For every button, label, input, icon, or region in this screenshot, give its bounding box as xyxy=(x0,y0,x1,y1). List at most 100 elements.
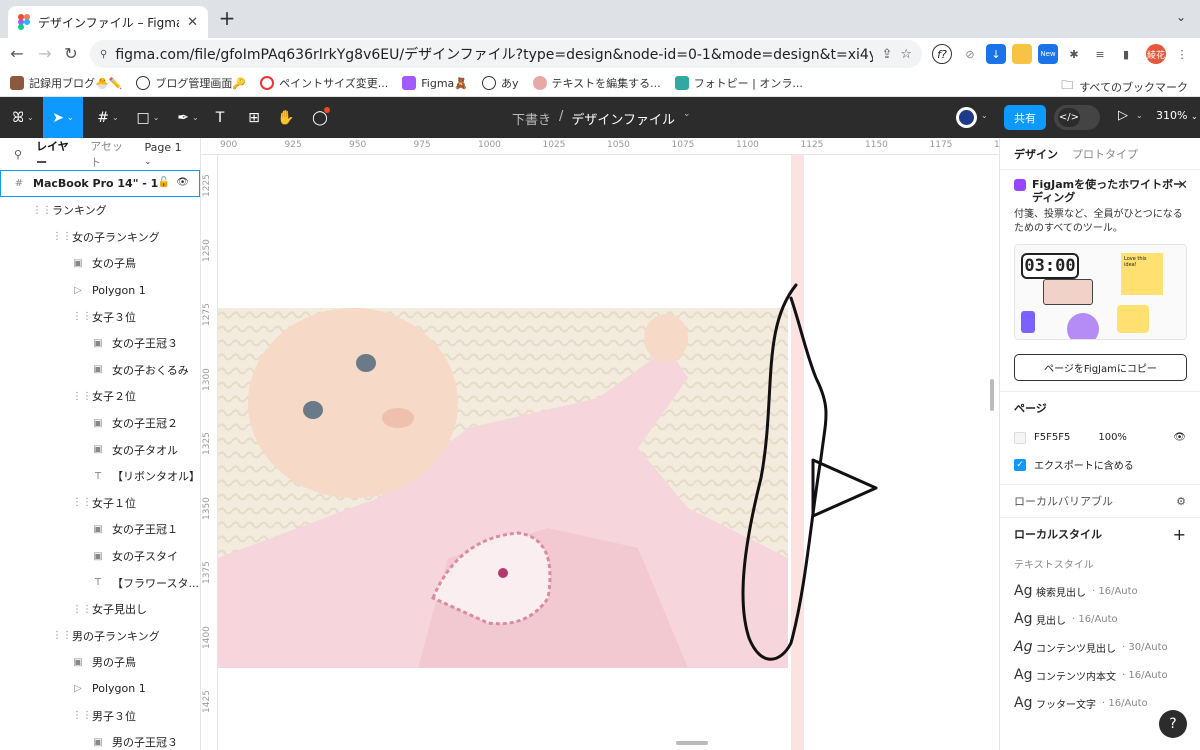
close-icon[interactable]: ✕ xyxy=(1177,178,1188,193)
layer-row[interactable]: ▣ 男の子王冠３ xyxy=(0,729,200,750)
layer-row[interactable]: ⋮⋮ 男の子ランキング xyxy=(0,623,200,650)
share-page-icon[interactable]: ⇪ xyxy=(881,47,892,62)
tab-assets[interactable]: アセット xyxy=(90,138,130,170)
reading-list-icon[interactable]: ≡ xyxy=(1090,44,1110,64)
user-avatar[interactable] xyxy=(956,107,977,128)
extension-blue-icon[interactable]: ↓ xyxy=(986,44,1006,64)
tab-layers[interactable]: レイヤー xyxy=(36,138,76,170)
page-opacity[interactable]: 100% xyxy=(1098,432,1127,443)
color-swatch[interactable] xyxy=(1014,431,1026,444)
layer-row[interactable]: ⋮⋮ 女子３位 xyxy=(0,303,200,330)
tab-prototype[interactable]: プロトタイプ xyxy=(1072,146,1138,162)
page-selector[interactable]: Page 1 ⌄ xyxy=(144,141,188,167)
local-variables-section[interactable]: ローカルバリアブル ⚙ xyxy=(1000,485,1200,518)
eye-icon[interactable]: 👁 xyxy=(1173,432,1186,443)
bookmark-item[interactable]: あy xyxy=(482,75,519,91)
extension-new-badge[interactable]: New xyxy=(1038,44,1058,64)
help-button[interactable]: ? xyxy=(1159,710,1187,738)
comment-tool-button[interactable]: ◯ xyxy=(308,97,332,138)
file-breadcrumb[interactable]: 下書き / デザインファイル ⌄ xyxy=(512,109,691,128)
shape-tool-button[interactable]: □ ⌄ xyxy=(130,97,166,138)
layer-row[interactable]: ⋮⋮ 女の子ランキング xyxy=(0,224,200,251)
export-row[interactable]: ✓ エクスポートに含める xyxy=(1014,451,1186,478)
frame-tool-button[interactable]: # ⌄ xyxy=(90,97,126,138)
add-style-plus-icon[interactable]: + xyxy=(1173,525,1186,544)
extension-formula-icon[interactable]: f? xyxy=(932,44,952,64)
vertical-scrollbar[interactable] xyxy=(990,379,994,411)
address-bar[interactable]: ⚲ figma.com/file/gfoImPAq636rIrkYg8v6EU/… xyxy=(90,40,922,68)
extension-compass-icon[interactable]: ⊘ xyxy=(960,44,980,64)
bookmark-star-icon[interactable]: ☆ xyxy=(900,47,912,62)
extension-note-icon[interactable] xyxy=(1012,44,1032,64)
layer-row[interactable]: ⋮⋮ 女子見出し xyxy=(0,596,200,623)
text-tool-button[interactable]: T xyxy=(208,97,232,138)
search-icon[interactable]: ⚲ xyxy=(14,148,22,161)
layer-row[interactable]: ▣ 女の子王冠２ xyxy=(0,410,200,437)
sliders-icon[interactable]: ⚙ xyxy=(1176,495,1186,508)
profile-avatar[interactable]: 綾花 xyxy=(1146,44,1166,64)
file-name[interactable]: デザインファイル xyxy=(571,109,675,128)
unlock-icon[interactable]: 🔓 xyxy=(158,177,170,188)
extensions-puzzle-icon[interactable]: ✱ xyxy=(1064,44,1084,64)
export-checkbox[interactable]: ✓ xyxy=(1014,458,1026,471)
main-menu-button[interactable]: ꕤ ⌄ xyxy=(4,97,42,138)
eye-icon[interactable]: 👁 xyxy=(176,177,189,188)
layer-row[interactable]: ▣ 女の子王冠３ xyxy=(0,330,200,357)
text-style-row[interactable]: Ag 見出し · 16/Auto xyxy=(1014,605,1186,633)
side-panel-icon[interactable]: ▮ xyxy=(1116,44,1136,64)
new-tab-button[interactable]: + xyxy=(216,8,238,30)
tab-search-chevron-icon[interactable]: ⌄ xyxy=(1176,10,1186,24)
share-button[interactable]: 共有 xyxy=(1004,105,1046,130)
layer-row[interactable]: ▷ Polygon 1 xyxy=(0,676,200,703)
browser-tab[interactable]: デザインファイル – Figma ✕ xyxy=(8,6,208,38)
layer-row[interactable]: ⋮⋮ ランキング xyxy=(0,197,200,224)
zoom-level[interactable]: 310% ⌄ xyxy=(1156,109,1198,122)
page-color-hex[interactable]: F5F5F5 xyxy=(1034,432,1070,443)
layer-row[interactable]: ▣ 男の子鳥 xyxy=(0,649,200,676)
layer-row[interactable]: ▣ 女の子鳥 xyxy=(0,250,200,277)
layer-row[interactable]: ▣ 女の子スタイ xyxy=(0,543,200,570)
page-background-row[interactable]: F5F5F5 100% 👁 xyxy=(1014,424,1186,451)
layer-row[interactable]: ⋮⋮ 女子２位 xyxy=(0,383,200,410)
site-info-icon[interactable]: ⚲ xyxy=(100,49,107,60)
tab-design[interactable]: デザイン xyxy=(1014,146,1058,162)
breadcrumb-folder[interactable]: 下書き xyxy=(512,109,551,128)
forward-arrow-icon[interactable]: → xyxy=(34,43,56,65)
bookmark-item[interactable]: 記録用ブログ🐣✏️ xyxy=(10,75,122,91)
bookmark-item[interactable]: ブログ管理画面🔑 xyxy=(136,75,246,91)
bookmark-item[interactable]: テキストを編集する... xyxy=(532,75,661,91)
horizontal-scrollbar[interactable] xyxy=(676,741,708,745)
copy-to-figjam-button[interactable]: ページをFigJamにコピー xyxy=(1014,354,1187,381)
hand-tool-button[interactable]: ✋ xyxy=(274,97,298,138)
pen-tool-button[interactable]: ✒ ⌄ xyxy=(170,97,206,138)
text-style-row[interactable]: Ag フッター文字 · 16/Auto xyxy=(1014,689,1186,717)
resources-tool-button[interactable]: ⊞ xyxy=(242,97,266,138)
close-tab-icon[interactable]: ✕ xyxy=(187,15,198,30)
layer-row[interactable]: ▣ 女の子おくるみ xyxy=(0,357,200,384)
text-style-row[interactable]: Ag コンテンツ内本文 · 16/Auto xyxy=(1014,661,1186,689)
chevron-down-icon[interactable]: ⌄ xyxy=(1136,111,1143,120)
drawn-shapes-layer[interactable] xyxy=(201,138,999,750)
chrome-menu-icon[interactable]: ⋮ xyxy=(1172,44,1192,64)
chevron-down-icon[interactable]: ⌄ xyxy=(981,111,988,120)
all-bookmarks-folder[interactable]: 🗀 すべてのブックマーク xyxy=(1061,76,1188,97)
layer-row[interactable]: ⋮⋮ 男子３位 xyxy=(0,702,200,729)
layer-row[interactable]: # MacBook Pro 14" - 1 🔓 👁 xyxy=(0,170,200,197)
bookmark-item[interactable]: ペイントサイズ変更... xyxy=(260,75,388,91)
reload-icon[interactable]: ↻ xyxy=(60,43,82,65)
layer-row[interactable]: ▣ 女の子タオル xyxy=(0,436,200,463)
layer-row[interactable]: ⋮⋮ 女子１位 xyxy=(0,490,200,517)
dev-mode-toggle[interactable]: </> xyxy=(1054,105,1100,130)
layer-row[interactable]: ▷ Polygon 1 xyxy=(0,277,200,304)
design-canvas[interactable]: 900 925 950 975 1000 1025 1050 1075 1100 1125 1150… xyxy=(201,138,999,750)
layer-row[interactable]: T 【フラワースタ... xyxy=(0,569,200,596)
layer-row[interactable]: ▣ 女の子王冠１ xyxy=(0,516,200,543)
layer-row[interactable]: T 【リボンタオル】 xyxy=(0,463,200,490)
move-tool-button[interactable]: ➤ ⌄ xyxy=(43,97,83,138)
bookmark-item[interactable]: Figma🧸 xyxy=(402,76,468,90)
text-style-row[interactable]: Ag 検索見出し · 16/Auto xyxy=(1014,577,1186,605)
bookmark-item[interactable]: フォトピー | オンラ... xyxy=(674,75,803,91)
text-style-row[interactable]: Ag コンテンツ見出し · 30/Auto xyxy=(1014,633,1186,661)
back-arrow-icon[interactable]: ← xyxy=(6,43,28,65)
present-play-icon[interactable]: ▷ xyxy=(1118,108,1128,123)
